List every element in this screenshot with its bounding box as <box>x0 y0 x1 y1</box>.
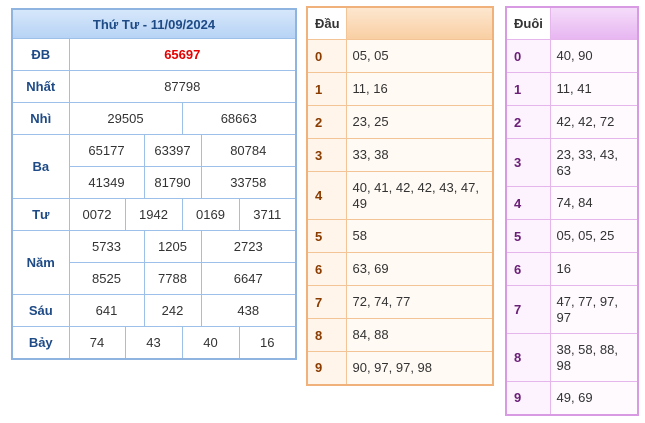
dau-key: 6 <box>306 252 347 286</box>
prize-value-nam: 5733 <box>68 230 145 263</box>
dau-values: 11, 16 <box>345 72 494 106</box>
duoi-key: 2 <box>505 105 551 139</box>
dau-values: 05, 05 <box>345 39 494 73</box>
prize-value-nam: 2723 <box>200 230 297 263</box>
prize-value-nam: 1205 <box>143 230 202 263</box>
dau-table: Đầu 0 05, 05 1 11, 16 2 23, 25 3 33, 38 4 40,… <box>306 6 494 386</box>
prize-value-nam: 6647 <box>200 262 297 295</box>
dau-key: 2 <box>306 105 347 139</box>
dau-key: 7 <box>306 285 347 319</box>
dau-values: 58 <box>345 219 494 253</box>
prize-label-tu: Tư <box>11 198 70 231</box>
dau-key: 5 <box>306 219 347 253</box>
prize-value-nhat: 87798 <box>68 70 297 103</box>
prize-value-ba: 41349 <box>68 166 145 199</box>
prize-label-nhat: Nhất <box>11 70 70 103</box>
prize-value-nam: 7788 <box>143 262 202 295</box>
dau-key: 3 <box>306 138 347 172</box>
prize-label-nhi: Nhì <box>11 102 70 135</box>
result-date-title: Thứ Tư - 11/09/2024 <box>11 8 297 39</box>
dau-key: 9 <box>306 351 347 385</box>
dau-values: 90, 97, 97, 98 <box>345 351 494 385</box>
duoi-key: 1 <box>505 72 551 106</box>
duoi-values: 38, 58, 88, 98 <box>549 333 639 382</box>
prize-value-bay: 43 <box>124 326 183 359</box>
duoi-values: 49, 69 <box>549 381 639 415</box>
dau-values: 84, 88 <box>345 318 494 352</box>
prize-value-sau: 438 <box>200 294 297 327</box>
dau-key: 4 <box>306 171 347 220</box>
prize-value-tu: 1942 <box>124 198 183 231</box>
duoi-values: 05, 05, 25 <box>549 219 639 253</box>
dau-key: 0 <box>306 39 347 73</box>
duoi-values: 11, 41 <box>549 72 639 106</box>
dau-header: Đầu <box>306 6 347 40</box>
dau-values: 63, 69 <box>345 252 494 286</box>
duoi-key: 6 <box>505 252 551 286</box>
duoi-key: 9 <box>505 381 551 415</box>
duoi-key: 8 <box>505 333 551 382</box>
duoi-values: 16 <box>549 252 639 286</box>
duoi-header: Đuôi <box>505 6 551 40</box>
dau-values: 40, 41, 42, 42, 43, 47, 49 <box>345 171 494 220</box>
dau-values: 72, 74, 77 <box>345 285 494 319</box>
duoi-values: 23, 33, 43, 63 <box>549 138 639 187</box>
duoi-key: 0 <box>505 39 551 73</box>
dau-values: 23, 25 <box>345 105 494 139</box>
duoi-key: 7 <box>505 285 551 334</box>
prize-label-db: ĐB <box>11 38 70 71</box>
prize-value-bay: 74 <box>68 326 126 359</box>
prize-value-nhi: 29505 <box>68 102 183 135</box>
duoi-key: 3 <box>505 138 551 187</box>
duoi-values: 74, 84 <box>549 186 639 220</box>
duoi-key: 4 <box>505 186 551 220</box>
duoi-values: 40, 90 <box>549 39 639 73</box>
prize-label-nam: Năm <box>11 230 70 295</box>
prize-value-ba: 65177 <box>68 134 145 167</box>
prize-value-ba: 81790 <box>143 166 202 199</box>
prize-value-bay: 16 <box>238 326 297 359</box>
duoi-header-blank <box>549 6 639 40</box>
dau-key: 8 <box>306 318 347 352</box>
prize-value-tu: 0169 <box>181 198 240 231</box>
prize-value-ba: 33758 <box>200 166 297 199</box>
prize-value-ba: 63397 <box>143 134 202 167</box>
prize-value-db: 65697 <box>68 38 297 71</box>
duoi-table: Đuôi 0 40, 90 1 11, 41 2 42, 42, 72 3 23, 33… <box>505 6 639 416</box>
prize-value-nam: 8525 <box>68 262 145 295</box>
prize-label-ba: Ba <box>11 134 70 199</box>
dau-key: 1 <box>306 72 347 106</box>
prize-value-sau: 641 <box>68 294 145 327</box>
lottery-result-table: Thứ Tư - 11/09/2024 ĐB 65697 Nhất 87798 … <box>11 8 298 360</box>
prize-label-sau: Sáu <box>11 294 70 327</box>
prize-value-bay: 40 <box>181 326 240 359</box>
prize-value-sau: 242 <box>143 294 202 327</box>
prize-value-tu: 3711 <box>238 198 297 231</box>
duoi-values: 42, 42, 72 <box>549 105 639 139</box>
prize-value-ba: 80784 <box>200 134 297 167</box>
prize-value-tu: 0072 <box>68 198 126 231</box>
dau-header-blank <box>345 6 494 40</box>
duoi-values: 47, 77, 97, 97 <box>549 285 639 334</box>
duoi-key: 5 <box>505 219 551 253</box>
prize-value-nhi: 68663 <box>181 102 297 135</box>
dau-values: 33, 38 <box>345 138 494 172</box>
prize-label-bay: Bảy <box>11 326 70 359</box>
